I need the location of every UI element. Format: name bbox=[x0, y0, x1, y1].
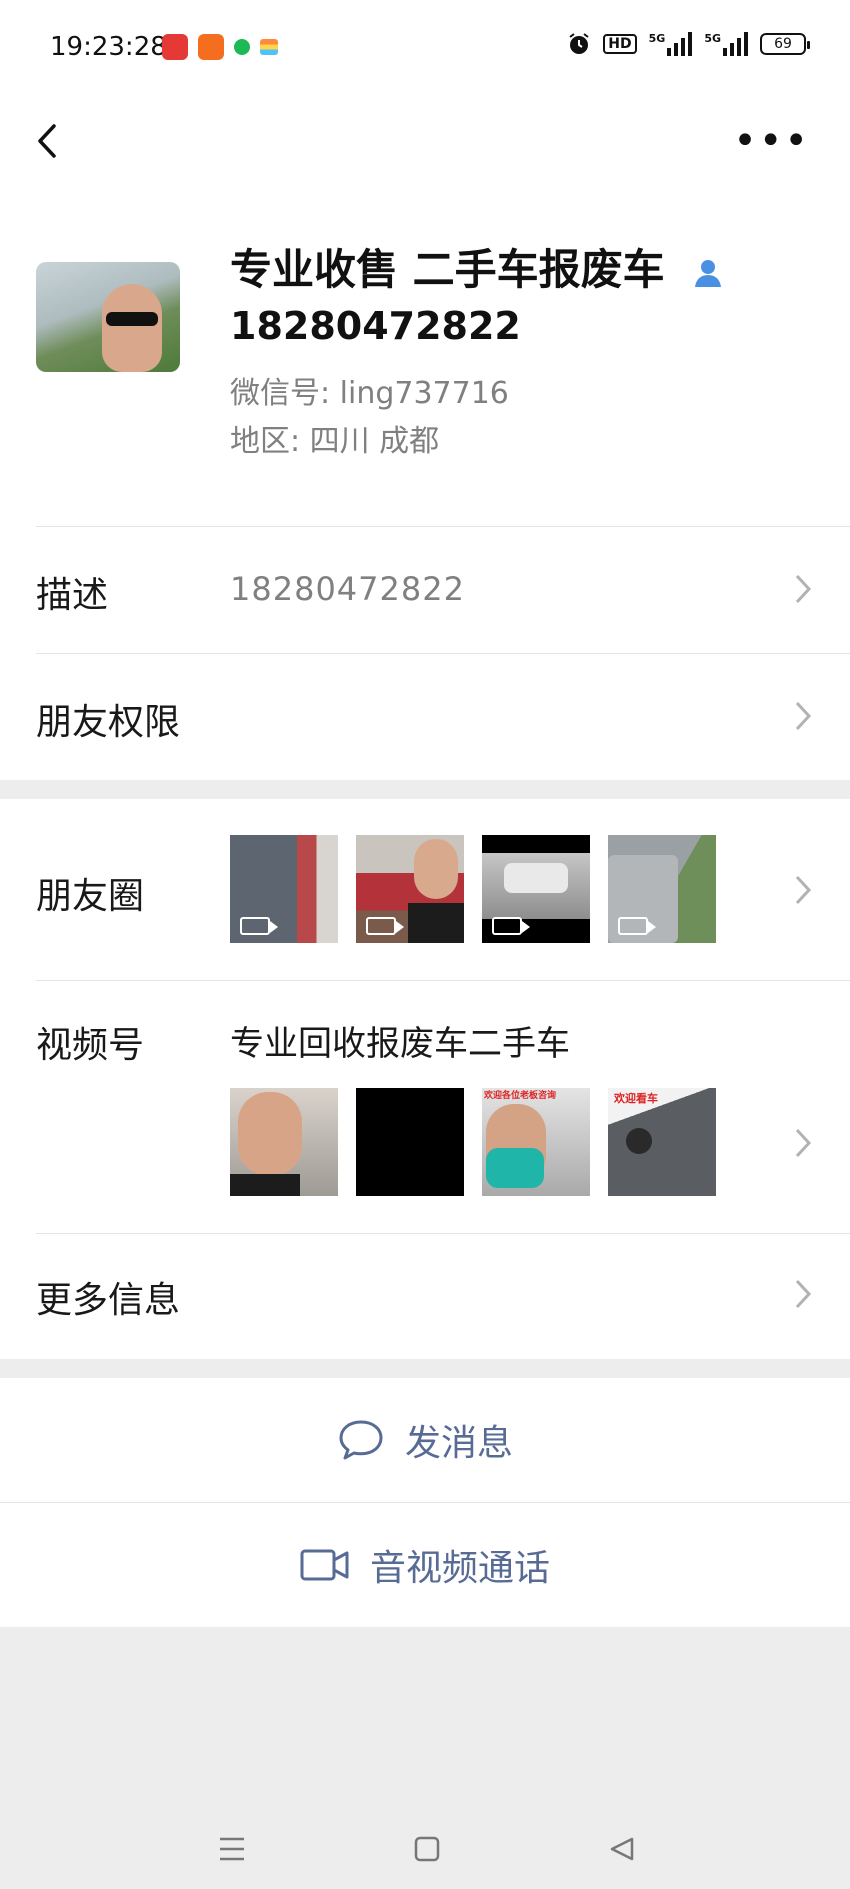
nav-bar: ••• bbox=[0, 96, 850, 186]
avatar[interactable] bbox=[36, 262, 180, 372]
chat-bubble-icon bbox=[339, 1420, 383, 1460]
channel-thumb-3[interactable]: 欢迎各位老板咨询 bbox=[482, 1088, 590, 1196]
moments-label: 朋友圈 bbox=[36, 876, 145, 917]
video-camera-icon bbox=[300, 1549, 349, 1581]
alarm-icon bbox=[569, 33, 589, 54]
channel-thumb-2[interactable] bbox=[356, 1088, 464, 1196]
colorful-app-icon bbox=[260, 39, 278, 55]
video-icon bbox=[618, 917, 656, 935]
region: 地区: 四川 成都 bbox=[230, 424, 440, 459]
channel-thumb-3-caption: 欢迎各位老板咨询 bbox=[484, 1091, 557, 1101]
home-icon[interactable] bbox=[414, 1836, 440, 1862]
friend-permissions-row[interactable]: 朋友权限 bbox=[0, 653, 850, 780]
divider bbox=[36, 526, 850, 527]
hd-badge: HD bbox=[603, 34, 637, 54]
moments-thumb-2[interactable] bbox=[356, 835, 464, 943]
av-call-button[interactable]: 音视频通话 bbox=[0, 1503, 850, 1627]
contact-phone: 18280472822 bbox=[230, 304, 521, 348]
divider bbox=[36, 1233, 850, 1234]
moments-thumb-1[interactable] bbox=[230, 835, 338, 943]
status-time: 19:23:28 bbox=[50, 32, 167, 62]
spotify-app-icon bbox=[234, 39, 250, 55]
battery-indicator: 69 bbox=[760, 33, 810, 55]
more-info-row[interactable]: 更多信息 bbox=[0, 1233, 850, 1359]
chevron-right-icon bbox=[795, 574, 812, 604]
send-message-button[interactable]: 发消息 bbox=[0, 1378, 850, 1502]
more-options-icon[interactable]: ••• bbox=[733, 121, 810, 161]
channels-thumbnails: 欢迎各位老板咨询 欢迎看车 bbox=[230, 1088, 716, 1196]
xiaohongshu-app-icon bbox=[162, 34, 188, 60]
description-row[interactable]: 描述 18280472822 bbox=[0, 526, 850, 653]
friend-permissions-label: 朋友权限 bbox=[36, 702, 181, 743]
chevron-right-icon bbox=[795, 701, 812, 731]
divider bbox=[36, 653, 850, 654]
signal-5g-1: 5G bbox=[649, 32, 693, 56]
divider bbox=[36, 980, 850, 981]
contact-name: 专业收售 二手车报废车 bbox=[230, 236, 725, 297]
profile-header: 专业收售 二手车报废车 18280472822 微信号: ling737716 … bbox=[0, 186, 850, 526]
moments-thumb-3[interactable] bbox=[482, 835, 590, 943]
status-bar: 19:23:28 HD 5G 5G 69 bbox=[0, 0, 850, 96]
chevron-right-icon bbox=[795, 1279, 812, 1309]
wechat-id: 微信号: ling737716 bbox=[230, 376, 509, 411]
menu-icon[interactable] bbox=[218, 1836, 246, 1862]
signal-5g-2: 5G bbox=[704, 32, 748, 56]
back-arrow-icon[interactable] bbox=[30, 118, 70, 164]
chevron-right-icon bbox=[795, 1128, 812, 1158]
notification-icons bbox=[162, 34, 278, 60]
taobao-app-icon bbox=[198, 34, 224, 60]
channel-thumb-1[interactable] bbox=[230, 1088, 338, 1196]
description-label: 描述 bbox=[36, 575, 109, 616]
av-call-label: 音视频通话 bbox=[369, 1548, 550, 1589]
verified-user-icon bbox=[695, 259, 722, 287]
send-message-label: 发消息 bbox=[404, 1423, 513, 1464]
moments-thumb-4[interactable] bbox=[608, 835, 716, 943]
moments-row[interactable]: 朋友圈 bbox=[0, 799, 850, 980]
video-icon bbox=[366, 917, 404, 935]
description-value: 18280472822 bbox=[230, 570, 465, 608]
back-icon[interactable] bbox=[608, 1836, 636, 1862]
channels-row[interactable]: 视频号 专业回收报废车二手车 欢迎各位老板咨询 欢迎看车 bbox=[0, 980, 850, 1233]
channel-thumb-4-caption: 欢迎看车 bbox=[614, 1092, 658, 1105]
moments-thumbnails bbox=[230, 835, 716, 943]
video-icon bbox=[240, 917, 278, 935]
more-info-label: 更多信息 bbox=[36, 1280, 181, 1321]
system-nav-bar bbox=[0, 1800, 850, 1889]
channels-label: 视频号 bbox=[36, 1025, 145, 1066]
channels-title: 专业回收报废车二手车 bbox=[230, 1024, 570, 1064]
channel-thumb-4[interactable]: 欢迎看车 bbox=[608, 1088, 716, 1196]
system-indicators: HD 5G 5G 69 bbox=[567, 32, 810, 56]
video-icon bbox=[492, 917, 530, 935]
chevron-right-icon bbox=[795, 875, 812, 905]
contact-name-text: 专业收售 二手车报废车 bbox=[230, 245, 665, 294]
